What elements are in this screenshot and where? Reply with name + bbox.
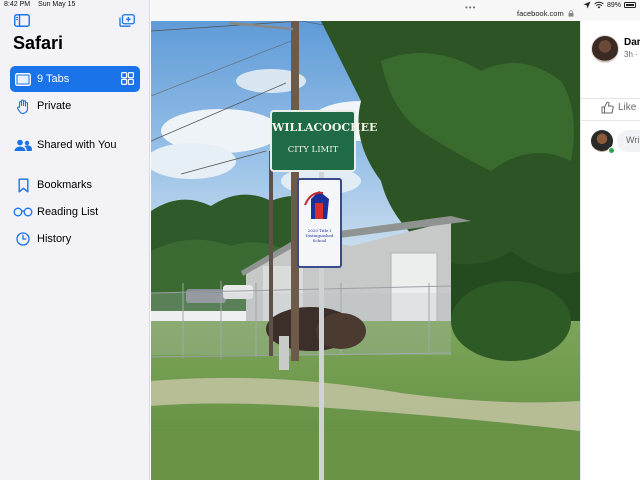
screen: 8:42 PM Sun May 15 Safari 9 Tabs Private… xyxy=(0,0,640,480)
status-date: Sun May 15 xyxy=(38,1,76,8)
like-label: Like xyxy=(618,102,637,113)
comment-placeholder: Wri xyxy=(626,135,640,145)
sidebar-item-private[interactable]: Private xyxy=(10,93,140,119)
lock-icon xyxy=(568,9,574,17)
sidebar-item-reading-list[interactable]: Reading List xyxy=(10,199,140,225)
sidebar-item-bookmarks[interactable]: Bookmarks xyxy=(10,172,140,198)
sidebar-item-label: 9 Tabs xyxy=(37,73,70,85)
status-time: 8:42 PM xyxy=(4,1,31,8)
city-sign-subtitle: CITY LIMIT xyxy=(287,145,339,155)
sidebar-item-label: Private xyxy=(37,100,72,112)
willacoochee-sign-photo xyxy=(151,21,580,480)
new-tab-group-icon[interactable] xyxy=(119,14,135,27)
online-status-dot xyxy=(608,147,615,154)
status-bar-left: 8:42 PM Sun May 15 xyxy=(4,1,81,8)
glasses-icon xyxy=(13,202,33,222)
wifi-icon xyxy=(594,1,604,9)
sidebar-item-label: Reading List xyxy=(37,206,99,218)
bookmark-icon xyxy=(13,175,33,195)
thumbs-up-icon xyxy=(601,101,614,114)
window-menu-dots[interactable]: ••• xyxy=(465,3,476,12)
facebook-post-panel: Dar 3h · Like Wri xyxy=(580,21,640,480)
sidebar-toggle-icon[interactable] xyxy=(14,14,30,27)
domain-text: facebook.com xyxy=(517,9,564,18)
tab-overview-grid-icon[interactable] xyxy=(121,72,134,85)
divider xyxy=(581,98,640,99)
sidebar-item-shared-with-you[interactable]: Shared with You xyxy=(10,132,140,158)
post-timestamp[interactable]: 3h · xyxy=(624,50,638,59)
comment-input[interactable]: Wri xyxy=(617,130,640,152)
location-icon xyxy=(583,1,591,9)
sidebar-item-label: Shared with You xyxy=(37,139,117,151)
safari-sidebar: 8:42 PM Sun May 15 Safari 9 Tabs Private… xyxy=(0,0,150,480)
tabs-icon xyxy=(13,69,33,89)
city-sign-title: WILLACOOCHEE xyxy=(272,121,378,134)
status-bar-right: 89% xyxy=(583,1,636,9)
sidebar-item-tabs[interactable]: 9 Tabs xyxy=(10,66,140,92)
url-bar[interactable]: ••• facebook.com xyxy=(151,0,640,21)
sidebar-item-label: Bookmarks xyxy=(37,179,93,191)
sidebar-item-label: History xyxy=(37,233,72,245)
author-avatar[interactable] xyxy=(591,35,619,63)
hand-raised-icon xyxy=(13,96,33,116)
people-icon xyxy=(13,135,33,155)
school-sign-text: 2020 Title I Distinguished School xyxy=(305,228,334,244)
battery-percent: 89% xyxy=(606,1,621,9)
post-photo[interactable]: WILLACOOCHEE CITY LIMIT 2020 Title I Dis… xyxy=(151,21,580,480)
sidebar-title: Safari xyxy=(13,33,64,53)
url-domain[interactable]: facebook.com xyxy=(517,9,574,18)
sidebar-item-history[interactable]: History xyxy=(10,226,140,252)
clock-icon xyxy=(13,229,33,249)
like-button[interactable]: Like xyxy=(601,101,636,114)
divider xyxy=(581,120,640,121)
battery-icon xyxy=(624,2,636,8)
author-name[interactable]: Dar xyxy=(624,37,640,48)
